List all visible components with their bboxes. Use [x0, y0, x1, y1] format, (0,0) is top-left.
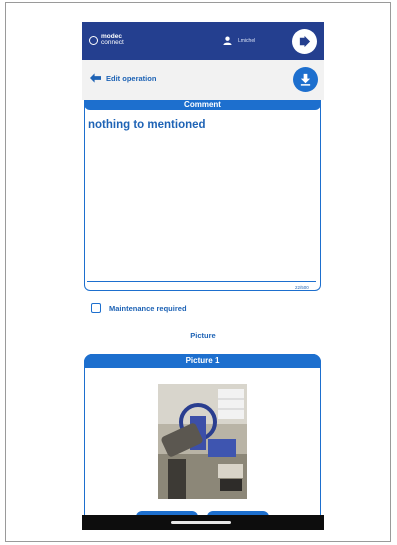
maintenance-required-checkbox[interactable]: [91, 303, 101, 313]
logout-button[interactable]: [292, 29, 317, 54]
maintenance-required-label: Maintenance required: [109, 303, 187, 313]
picture-section-label: Picture: [190, 331, 216, 340]
top-bar: modec connect Lmichel: [82, 22, 324, 60]
back-label: Edit operation: [106, 73, 157, 83]
home-indicator[interactable]: [171, 521, 231, 524]
logo-line2: connect: [101, 39, 124, 46]
app-screen: modec connect Lmichel Edit operation Com…: [82, 22, 324, 530]
user-name: Lmichel: [238, 37, 256, 44]
sub-header: Edit operation: [82, 60, 324, 100]
logout-icon: [299, 35, 311, 48]
character-counter: 22/500: [295, 285, 309, 290]
home-indicator-bar: [82, 515, 324, 530]
comment-text[interactable]: nothing to mentioned: [88, 119, 206, 131]
equipment-photo[interactable]: [158, 384, 247, 499]
app-logo: modec connect: [89, 33, 124, 46]
picture-title: Picture 1: [84, 354, 321, 368]
back-arrow-icon: [90, 73, 101, 83]
comment-divider: [87, 281, 316, 282]
user-info[interactable]: Lmichel: [223, 36, 255, 45]
comment-title: Comment: [84, 100, 321, 110]
download-icon: [300, 73, 311, 86]
download-button[interactable]: [293, 67, 318, 92]
back-button[interactable]: Edit operation: [90, 73, 156, 83]
user-icon: [223, 36, 232, 45]
maintenance-required-row[interactable]: Maintenance required: [91, 303, 187, 313]
logo-icon: [89, 35, 98, 45]
